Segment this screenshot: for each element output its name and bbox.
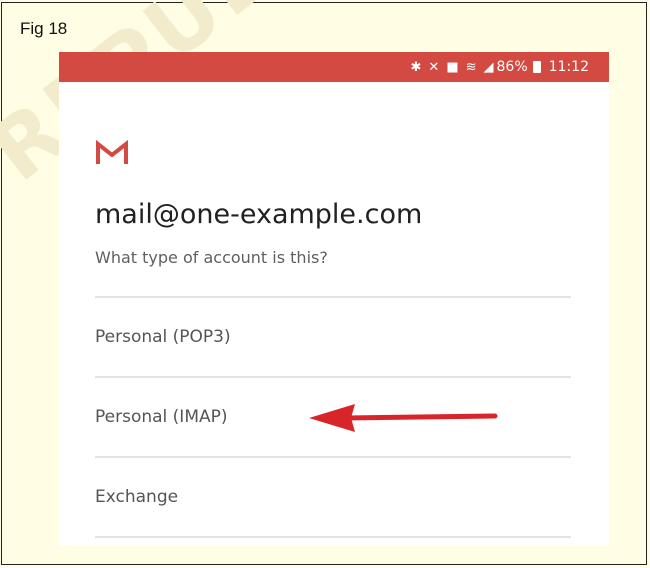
- battery-icon: [532, 61, 541, 73]
- option-personal-pop3[interactable]: Personal (POP3): [95, 298, 571, 376]
- option-exchange[interactable]: Exchange: [95, 458, 571, 536]
- bluetooth-icon: ✱: [410, 59, 422, 75]
- divider: [95, 536, 571, 538]
- alarm-icon: ■: [446, 59, 459, 75]
- battery-level: 86%: [496, 59, 528, 75]
- account-type-prompt: What type of account is this?: [95, 248, 328, 267]
- mute-icon: ✕: [428, 59, 440, 75]
- wifi-icon: ≋: [465, 59, 477, 75]
- clock: 11:12: [548, 59, 589, 75]
- gmail-icon: [95, 140, 129, 166]
- phone-screen: ✱ ✕ ■ ≋ ◢ 86% 11:12 mail@one-example.com…: [59, 52, 609, 546]
- figure-label: Fig 18: [20, 19, 68, 38]
- red-arrow-annotation: [309, 404, 498, 432]
- signal-icon: ◢: [483, 59, 494, 75]
- account-email: mail@one-example.com: [95, 199, 423, 230]
- status-bar: ✱ ✕ ■ ≋ ◢ 86% 11:12: [59, 52, 609, 82]
